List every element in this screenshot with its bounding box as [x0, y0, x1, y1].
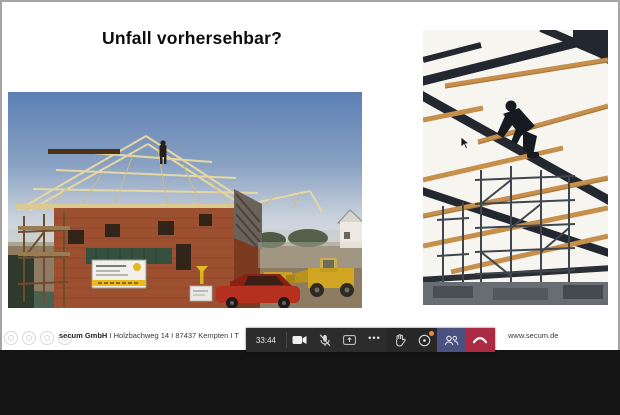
notification-dot	[429, 331, 434, 336]
meeting-timer: 33:44	[246, 328, 286, 352]
more-options-icon: •••	[368, 334, 380, 347]
slide-title: Unfall vorhersehbar?	[102, 28, 282, 49]
photo-house-construction	[8, 92, 362, 308]
presentation-slide: Unfall vorhersehbar?	[0, 0, 620, 350]
slide-footer-url: www.secum.de	[508, 331, 558, 340]
hang-up-icon	[472, 336, 488, 344]
share-screen-icon	[343, 335, 356, 345]
participants-bar: B AK OA PL Löchle, Peter	[0, 350, 620, 415]
mic-button[interactable]	[312, 328, 337, 352]
pen-icon[interactable]	[4, 331, 18, 345]
more-options-button[interactable]: •••	[362, 328, 387, 352]
hang-up-button[interactable]	[465, 328, 495, 352]
camera-on-icon	[292, 335, 307, 345]
share-screen-button[interactable]	[337, 328, 362, 352]
construction-sign	[92, 260, 146, 288]
people-button[interactable]	[437, 328, 465, 352]
meeting-window: Unfall vorhersehbar?	[0, 0, 620, 415]
all-slides-icon[interactable]	[22, 331, 36, 345]
people-icon	[444, 335, 459, 346]
presenter-controls	[4, 331, 72, 345]
camera-button[interactable]	[287, 328, 312, 352]
raise-hand-icon	[394, 334, 406, 347]
photo-steel-beams-worker	[423, 30, 608, 305]
raise-hand-button[interactable]	[387, 328, 412, 352]
mouse-cursor	[460, 136, 470, 150]
slide-footer-address: secum GmbH I Holzbachweg 14 I 87437 Kemp…	[59, 331, 239, 340]
meeting-toolbar: 33:44 •••	[246, 328, 495, 352]
footer-address: I Holzbachweg 14 I 87437 Kempten I T	[107, 331, 239, 340]
reactions-button[interactable]	[412, 328, 437, 352]
zoom-icon[interactable]	[40, 331, 54, 345]
mic-muted-icon	[319, 334, 331, 347]
more-slideshow-options-icon[interactable]	[58, 331, 72, 345]
